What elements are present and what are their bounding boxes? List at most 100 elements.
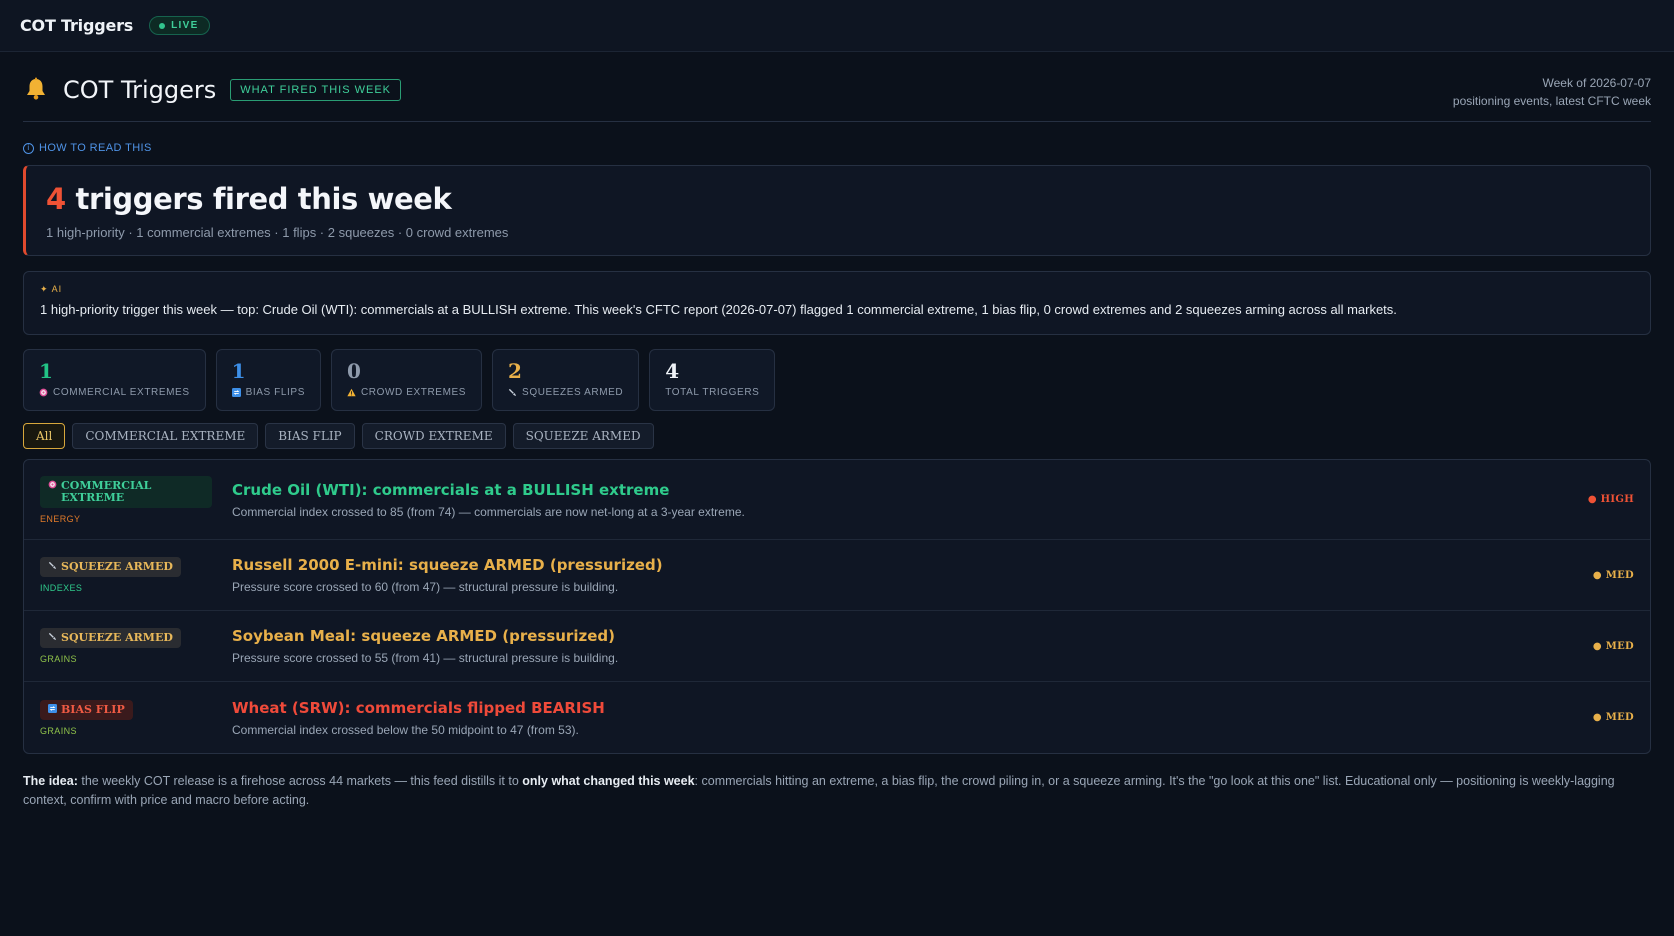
trigger-description: Commercial index crossed to 85 (from 74)…	[232, 504, 745, 519]
stat-card: 0 CROWD EXTREMES	[330, 349, 483, 411]
severity-label: MED	[1605, 712, 1634, 723]
stat-card: 2 SQUEEZES ARMED	[492, 349, 640, 411]
stat-label-row: BIAS FLIPS	[231, 387, 305, 398]
stat-value: 1	[231, 359, 246, 383]
stat-card: 1 BIAS FLIPS	[215, 349, 321, 411]
trigger-type-label: COMMERCIAL EXTREME	[61, 479, 151, 504]
week-subtitle: positioning events, latest CFTC week	[1452, 94, 1651, 108]
trigger-description: Commercial index crossed below the 50 mi…	[232, 722, 579, 737]
stat-label-row: CROWD EXTREMES	[347, 387, 466, 398]
trigger-body: Soybean Meal: squeeze ARMED (pressurized…	[218, 627, 1593, 665]
target-icon	[39, 388, 48, 397]
trigger-title[interactable]: Wheat (SRW): commercials flipped BEARISH	[232, 699, 1593, 717]
trigger-body: Crude Oil (WTI): commercials at a BULLIS…	[218, 481, 1588, 519]
footer-note: The idea: the weekly COT release is a fi…	[23, 772, 1651, 810]
trigger-row[interactable]: COMMERCIAL EXTREME ENERGY Crude Oil (WTI): …	[24, 460, 1650, 540]
trigger-type-badge: SQUEEZE ARMED	[40, 628, 181, 648]
trigger-body: Wheat (SRW): commercials flipped BEARISH…	[218, 699, 1593, 737]
top-bar: COT Triggers LIVE	[0, 0, 1674, 52]
page-title: COT Triggers	[63, 76, 217, 104]
footer-bold: only what changed this week	[522, 774, 695, 788]
trigger-meta: SQUEEZE ARMED INDEXES	[40, 557, 218, 593]
trigger-type-badge: COMMERCIAL EXTREME	[40, 475, 212, 508]
trigger-category: GRAINS	[40, 725, 77, 736]
stat-value: 4	[665, 359, 680, 383]
severity-dot-icon: ●	[1592, 569, 1606, 581]
filter-squeeze-armed[interactable]: SQUEEZE ARMED	[512, 423, 654, 449]
ai-summary-card: ✦ AI 1 high-priority trigger this week —…	[23, 271, 1651, 335]
severity-badge: ● HIGH	[1588, 494, 1634, 505]
warning-icon	[347, 388, 356, 397]
severity-badge: ● MED	[1593, 570, 1634, 581]
live-badge: LIVE	[149, 16, 210, 35]
squeeze-icon	[508, 388, 517, 397]
live-label: LIVE	[171, 20, 199, 31]
trigger-meta: BIAS FLIP GRAINS	[40, 699, 218, 736]
trigger-title[interactable]: Soybean Meal: squeeze ARMED (pressurized…	[232, 627, 1593, 645]
target-icon	[48, 480, 57, 489]
stats-row: 1 COMMERCIAL EXTREMES 1 BIAS FLIPS 0 CROWD EX…	[23, 349, 1651, 411]
ai-label: AI	[51, 284, 63, 294]
squeeze-icon	[48, 632, 57, 641]
severity-label: MED	[1605, 569, 1634, 581]
trigger-type-badge: SQUEEZE ARMED	[40, 557, 181, 577]
ai-label-row: ✦ AI	[40, 284, 1634, 295]
live-dot-icon	[159, 22, 166, 29]
stat-label: SQUEEZES ARMED	[522, 387, 624, 398]
filter-all[interactable]: All	[23, 423, 66, 449]
stat-card: 4 TOTAL TRIGGERS	[649, 349, 776, 411]
summary-title: 4 triggers fired this week	[46, 182, 1630, 216]
info-icon: i	[23, 142, 34, 154]
stat-label: CROWD EXTREMES	[360, 387, 467, 398]
trigger-description: Pressure score crossed to 55 (from 41) —…	[232, 651, 619, 665]
trigger-meta: SQUEEZE ARMED GRAINS	[40, 628, 218, 664]
stat-label: BIAS FLIPS	[245, 387, 305, 398]
stat-label-row: SQUEEZES ARMED	[508, 387, 623, 398]
severity-dot-icon: ●	[1592, 712, 1606, 723]
filter-crowd-extreme[interactable]: CROWD EXTREME	[361, 423, 506, 449]
summary-breakdown: 1 high-priority · 1 commercial extremes …	[46, 225, 509, 240]
stat-value: 1	[39, 359, 53, 383]
trigger-count: 4	[46, 182, 66, 216]
stat-label-row: TOTAL TRIGGERS	[665, 387, 759, 398]
trigger-row[interactable]: SQUEEZE ARMED INDEXES Russell 2000 E-mini:…	[24, 540, 1650, 611]
bell-icon	[27, 77, 45, 100]
severity-dot-icon: ●	[1592, 640, 1606, 652]
summary-title-text: triggers fired this week	[65, 182, 452, 216]
sparkle-icon: ✦	[40, 284, 49, 294]
severity-dot-icon: ●	[1587, 494, 1601, 505]
trigger-type-badge: BIAS FLIP	[40, 699, 133, 720]
how-to-read-label: HOW TO READ THIS	[39, 142, 152, 154]
header-tag: WHAT FIRED THIS WEEK	[230, 79, 402, 101]
trigger-category: ENERGY	[40, 513, 81, 524]
squeeze-icon	[48, 561, 57, 570]
page-header: COT Triggers WHAT FIRED THIS WEEK Week o…	[23, 52, 1651, 122]
week-info: Week of 2026-07-07 positioning events, l…	[1453, 74, 1651, 110]
trigger-title[interactable]: Russell 2000 E-mini: squeeze ARMED (pres…	[232, 556, 1593, 574]
trigger-row[interactable]: SQUEEZE ARMED GRAINS Soybean Meal: squeeze…	[24, 611, 1650, 682]
filter-bias-flip[interactable]: BIAS FLIP	[265, 423, 355, 449]
stat-value: 2	[508, 359, 522, 383]
filter-commercial-extreme[interactable]: COMMERCIAL EXTREME	[72, 423, 259, 449]
stat-label-row: COMMERCIAL EXTREMES	[39, 387, 190, 398]
how-to-read-link[interactable]: i HOW TO READ THIS	[23, 142, 152, 154]
trigger-row[interactable]: BIAS FLIP GRAINS Wheat (SRW): commercials …	[24, 682, 1650, 753]
trigger-body: Russell 2000 E-mini: squeeze ARMED (pres…	[218, 556, 1593, 594]
app-title: COT Triggers	[20, 16, 134, 35]
trigger-type-label: SQUEEZE ARMED	[61, 631, 173, 644]
filter-bar: All COMMERCIAL EXTREME BIAS FLIP CROWD EXTR…	[23, 423, 1651, 449]
severity-label: HIGH	[1600, 494, 1634, 505]
trigger-meta: COMMERCIAL EXTREME ENERGY	[40, 475, 218, 524]
flip-icon	[231, 388, 241, 397]
footer-part1: the weekly COT release is a firehose acr…	[77, 774, 523, 788]
trigger-list: COMMERCIAL EXTREME ENERGY Crude Oil (WTI): …	[23, 459, 1651, 754]
week-label: Week of 2026-07-07	[1542, 76, 1651, 90]
stat-label: TOTAL TRIGGERS	[665, 387, 760, 398]
trigger-type-label: BIAS FLIP	[61, 702, 125, 716]
trigger-category: INDEXES	[40, 583, 83, 593]
severity-badge: ● MED	[1593, 641, 1634, 652]
flip-icon	[48, 703, 57, 713]
severity-badge: ● MED	[1593, 712, 1634, 723]
trigger-title[interactable]: Crude Oil (WTI): commercials at a BULLIS…	[232, 481, 1588, 499]
stat-card: 1 COMMERCIAL EXTREMES	[23, 349, 206, 411]
